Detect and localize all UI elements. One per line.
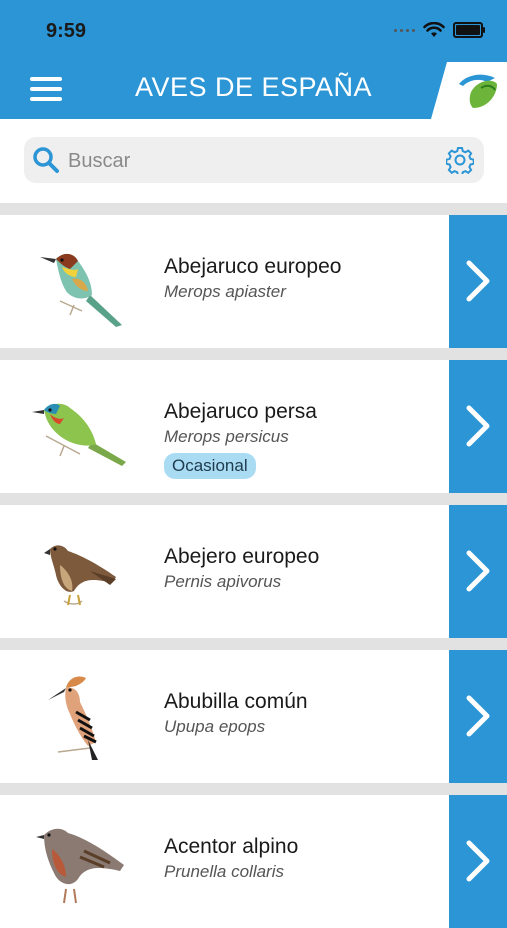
divider — [0, 203, 507, 215]
list-item-abubilla-comun[interactable]: Abubilla común Upupa epops — [0, 650, 507, 783]
common-name: Abubilla común — [164, 690, 308, 713]
list-item-abejaruco-persa[interactable]: Abejaruco persa Merops persicus Ocasiona… — [0, 360, 507, 493]
list-item-abejero-europeo[interactable]: Abejero europeo Pernis apivorus — [0, 505, 507, 638]
open-detail-button[interactable] — [449, 650, 507, 783]
bird-image — [44, 545, 116, 606]
scientific-name: Upupa epops — [164, 717, 266, 736]
divider — [0, 783, 507, 795]
chevron-right-icon — [466, 550, 490, 592]
search-box — [24, 137, 484, 183]
common-name: Acentor alpino — [164, 835, 299, 858]
scientific-name: Prunella collaris — [164, 862, 284, 881]
bird-image — [40, 253, 122, 327]
chevron-right-icon — [466, 695, 490, 737]
bird-image — [48, 676, 98, 760]
list-item-acentor-alpino[interactable]: Acentor alpino Prunella collaris — [0, 795, 507, 928]
bird-image — [36, 828, 124, 904]
search-input[interactable] — [66, 143, 430, 179]
status-icons — [394, 22, 485, 38]
open-detail-button[interactable] — [449, 360, 507, 493]
divider — [0, 638, 507, 650]
chevron-right-icon — [466, 260, 490, 302]
gear-icon[interactable] — [446, 146, 474, 174]
status-badge: Ocasional — [164, 453, 256, 479]
open-detail-button[interactable] — [449, 795, 507, 928]
divider — [0, 493, 507, 505]
wifi-icon — [423, 22, 445, 37]
battery-icon — [453, 22, 485, 38]
search-icon — [33, 147, 59, 173]
divider — [0, 348, 507, 360]
chevron-right-icon — [466, 840, 490, 882]
scientific-name: Merops apiaster — [164, 282, 286, 301]
bird-list: Abejaruco europeo Merops apiaster Abejar… — [0, 203, 507, 928]
signal-icon — [394, 28, 415, 32]
scientific-name: Pernis apivorus — [164, 572, 282, 591]
common-name: Abejaruco europeo — [164, 255, 342, 278]
open-detail-button[interactable] — [449, 505, 507, 638]
open-detail-button[interactable] — [449, 215, 507, 348]
top-bar: 9:59 AVES DE ESPAÑA — [0, 0, 507, 119]
common-name: Abejero europeo — [164, 545, 320, 568]
chevron-right-icon — [466, 405, 490, 447]
search-bar-area — [0, 119, 507, 205]
bird-image — [32, 403, 126, 466]
list-item-abejaruco-europeo[interactable]: Abejaruco europeo Merops apiaster — [0, 215, 507, 348]
app-logo[interactable] — [431, 62, 507, 119]
status-time: 9:59 — [46, 20, 87, 42]
common-name: Abejaruco persa — [164, 400, 317, 423]
scientific-name: Merops persicus — [164, 427, 289, 446]
